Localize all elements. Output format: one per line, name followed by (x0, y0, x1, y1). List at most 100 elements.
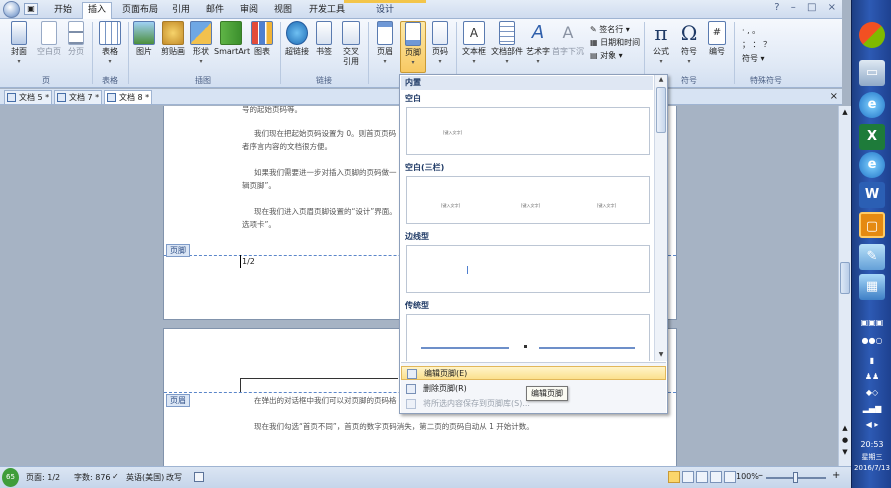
tab-view[interactable]: 视图 (268, 3, 298, 19)
equation-button[interactable]: π 公式 ▾ (648, 21, 674, 67)
picture-viewer-icon[interactable]: ▦ (859, 274, 885, 300)
table-button[interactable]: 表格 ▾ (96, 21, 124, 67)
tab-page-layout[interactable]: 页面布局 (118, 3, 162, 19)
help-icon[interactable]: ? (774, 2, 779, 13)
restore-icon[interactable]: □ (807, 2, 816, 13)
scroll-up-icon[interactable]: ▲ (656, 76, 666, 83)
desktop-icon[interactable]: ▭ (859, 60, 885, 86)
web-layout-view-icon[interactable] (696, 471, 708, 483)
footer-page-number[interactable]: 1/2 (240, 255, 255, 268)
print-layout-view-icon[interactable] (668, 471, 680, 483)
cover-page-button[interactable]: 封面 ▾ (6, 21, 32, 67)
date-time-button[interactable]: ▦ 日期和时间 (590, 37, 640, 48)
body-text: 号的起始页码等。 (242, 106, 302, 114)
page-number-icon (432, 21, 448, 45)
language-indicator[interactable]: 英语(美国) (126, 472, 164, 483)
gallery-item-traditional[interactable] (406, 314, 650, 361)
chart-button[interactable]: 图表 (250, 21, 274, 57)
page-number-button[interactable]: 页码 ▾ (428, 21, 452, 67)
tab-developer[interactable]: 开发工具 (304, 3, 350, 19)
doc-tab-5[interactable]: 文档 5 * (4, 90, 53, 104)
ie-icon[interactable]: e (859, 152, 885, 178)
wordart-label: 艺术字 (526, 47, 550, 56)
smartart-button[interactable]: SmartArt (214, 21, 250, 57)
tab-insert[interactable]: 插入 (82, 2, 112, 20)
zoom-in-icon[interactable]: + (832, 470, 840, 481)
edit-footer-menu-item[interactable]: 编辑页脚(E) (401, 366, 666, 380)
gallery-item-blank[interactable]: [键入文字] (406, 107, 650, 155)
word-count[interactable]: 字数: 876 (74, 472, 111, 483)
vertical-scrollbar[interactable]: ▲ ▲ ● ▼ (838, 106, 851, 466)
blank-page-button[interactable]: 空白页 (34, 21, 64, 57)
cross-reference-button[interactable]: 交叉 引用 (338, 21, 364, 67)
excel-icon[interactable]: X (859, 124, 885, 150)
wordart-button[interactable]: A 艺术字 ▾ (524, 21, 552, 67)
header-button[interactable]: 页眉 ▾ (372, 21, 398, 67)
proofing-icon[interactable]: ✓ (112, 472, 119, 481)
ie-icon[interactable]: e (859, 92, 885, 118)
zoom-slider-knob[interactable] (793, 472, 798, 483)
quick-access-save-icon[interactable]: ▣ (24, 3, 38, 15)
macro-record-icon[interactable] (194, 472, 204, 482)
minimize-icon[interactable]: – (791, 2, 796, 13)
page-count[interactable]: 页面: 1/2 (26, 472, 60, 483)
close-document-icon[interactable]: × (830, 91, 838, 102)
outline-view-icon[interactable] (710, 471, 722, 483)
chat-icon[interactable]: ▢ (859, 212, 885, 238)
signature-line-button[interactable]: ✎ 签名行 ▾ (590, 24, 630, 35)
save-to-gallery-label: 将所选内容保存到页脚库(S)... (423, 399, 530, 408)
browse-object-icon[interactable]: ● (840, 436, 850, 444)
tab-design[interactable]: 设计 (364, 3, 406, 19)
gallery-scrollbar[interactable]: ▲ ▼ (654, 75, 667, 361)
quick-parts-label: 文档部件 (491, 47, 523, 56)
picture-button[interactable]: 图片 (132, 21, 156, 57)
special-symbol-dropdown[interactable]: 符号 ▾ (742, 53, 765, 64)
drop-cap-button[interactable]: A 首字下沉 (552, 21, 584, 57)
tab-home[interactable]: 开始 (48, 3, 78, 19)
bookmark-button[interactable]: 书签 (312, 21, 336, 57)
overtype-mode[interactable]: 改写 (166, 472, 182, 483)
next-page-icon[interactable]: ▼ (840, 448, 850, 456)
scroll-up-icon[interactable]: ▲ (840, 108, 850, 116)
gallery-item-blank-three-column[interactable]: [键入文字] [键入文字] [键入文字] (406, 176, 650, 224)
clock-time[interactable]: 20:53 (852, 440, 891, 449)
object-button[interactable]: ▤ 对象 ▾ (590, 50, 623, 61)
gallery-item-sideline[interactable] (406, 245, 650, 293)
shapes-button[interactable]: 形状 ▾ (190, 21, 212, 67)
footer-label: 页脚 (405, 48, 421, 57)
scroll-down-icon[interactable]: ▼ (656, 351, 666, 358)
office-button[interactable] (3, 1, 20, 18)
clock-weekday[interactable]: 星期三 (852, 452, 891, 462)
traditional-page-dot (524, 345, 527, 348)
numbering-button[interactable]: # 编号 (704, 21, 730, 57)
previous-page-icon[interactable]: ▲ (840, 424, 850, 432)
page-break-button[interactable]: 分页 (64, 21, 88, 57)
hyperlink-button[interactable]: 超链接 (284, 21, 310, 57)
clip-art-button[interactable]: 剪贴画 (158, 21, 188, 57)
doc-tab-8[interactable]: 文档 8 * (104, 90, 153, 104)
doc-tab-7[interactable]: 文档 7 * (54, 90, 103, 104)
symbol-button[interactable]: Ω 符号 ▾ (676, 21, 702, 67)
start-icon[interactable] (859, 22, 885, 48)
volume-icon: ◀ ▸ (865, 420, 879, 429)
footer-button[interactable]: 页脚 ▾ (400, 21, 426, 73)
full-screen-view-icon[interactable] (682, 471, 694, 483)
special-symbol-row1[interactable]: · , 。 (742, 25, 760, 36)
close-icon[interactable]: × (828, 2, 836, 13)
calendar-icon: ▦ (590, 38, 601, 47)
text-box-button[interactable]: A 文本框 ▾ (460, 21, 488, 67)
zoom-out-icon[interactable]: – (758, 470, 763, 481)
gallery-scroll-thumb[interactable] (656, 87, 666, 133)
scroll-thumb[interactable] (840, 262, 850, 294)
draft-view-icon[interactable] (724, 471, 736, 483)
clock-date[interactable]: 2016/7/13 (852, 464, 891, 472)
zoom-level[interactable]: 100% (736, 472, 759, 481)
word-icon[interactable]: W (859, 182, 885, 208)
paint-icon[interactable]: ✎ (859, 244, 885, 270)
cover-page-icon (11, 21, 27, 45)
tab-references[interactable]: 引用 (166, 3, 196, 19)
special-symbol-row2[interactable]: ； ： ？ (742, 39, 771, 50)
tab-mailings[interactable]: 邮件 (200, 3, 230, 19)
tab-review[interactable]: 审阅 (234, 3, 264, 19)
quick-parts-button[interactable]: 文档部件 ▾ (490, 21, 524, 67)
